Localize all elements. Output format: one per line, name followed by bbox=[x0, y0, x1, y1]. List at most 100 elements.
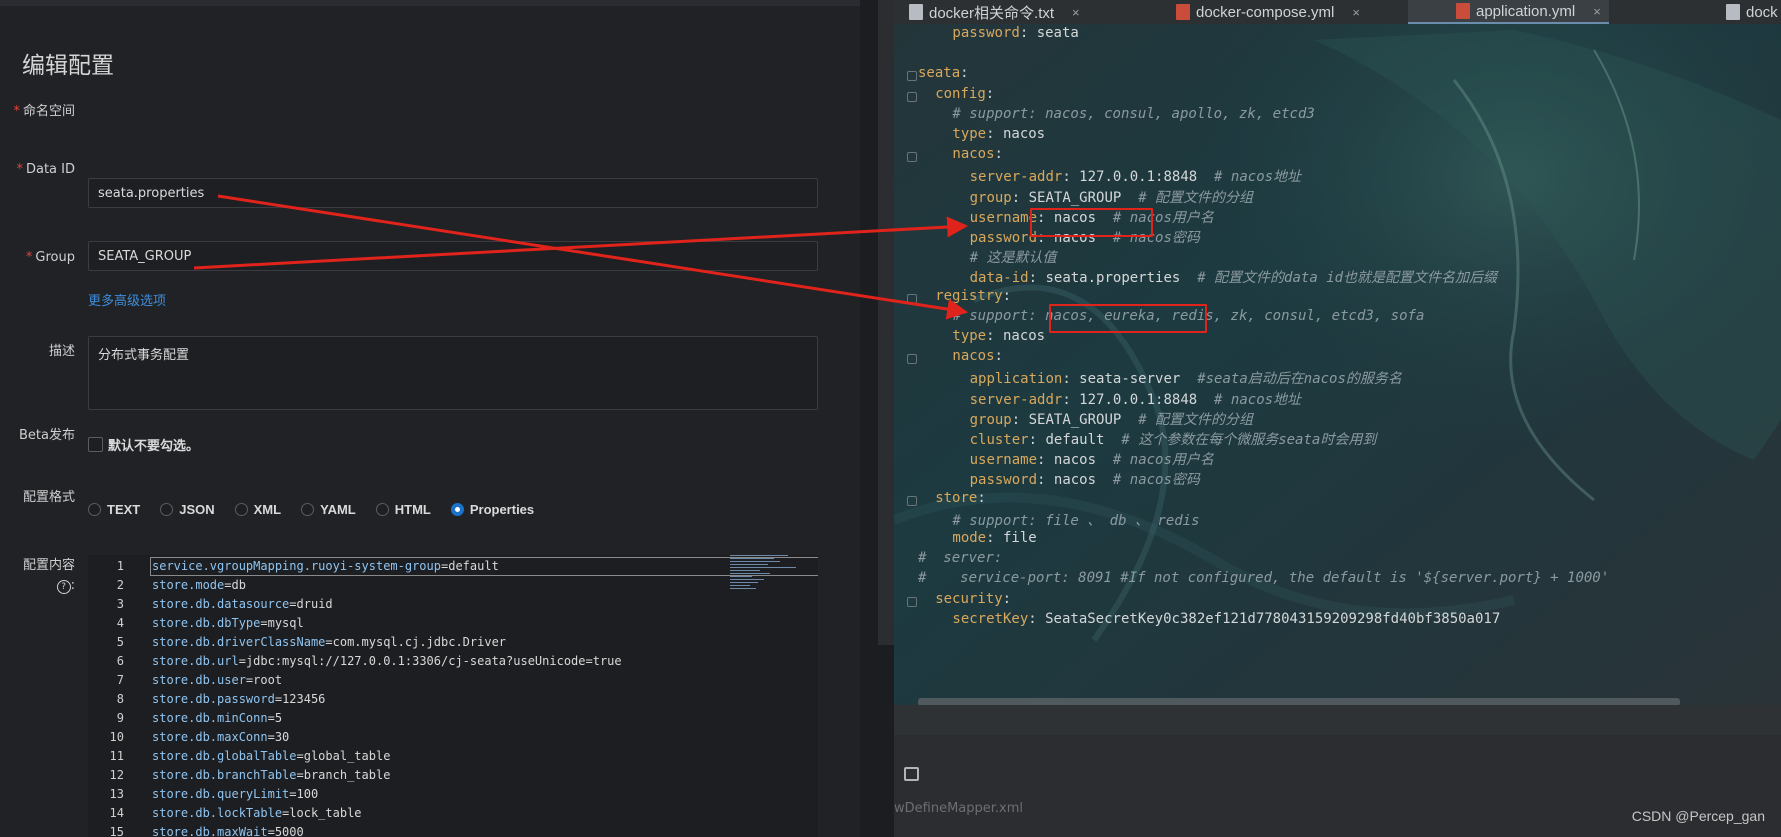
yaml-line[interactable]: group: SEATA_GROUP # 配置文件的分组 bbox=[970, 187, 1253, 207]
editor-line[interactable]: 13 store.db.queryLimit=100 bbox=[88, 785, 818, 804]
tab-docker-compose[interactable]: docker-compose.yml × bbox=[1176, 0, 1360, 24]
yaml-line[interactable]: # support: nacos, consul, apollo, zk, et… bbox=[952, 106, 1314, 126]
property-value: default bbox=[448, 559, 499, 573]
yaml-key: server-addr bbox=[969, 169, 1063, 186]
dataid-input[interactable]: seata.properties bbox=[88, 178, 818, 208]
property-key: store.db.user bbox=[152, 673, 246, 687]
yaml-line[interactable]: # 这是默认值 bbox=[970, 247, 1057, 267]
close-icon[interactable]: × bbox=[1072, 5, 1080, 20]
yaml-line[interactable]: security: bbox=[935, 591, 1019, 611]
format-option-xml[interactable]: XML bbox=[234, 502, 281, 517]
yaml-line[interactable]: username: nacos # nacos用户名 bbox=[970, 449, 1214, 469]
property-value: lock_table bbox=[289, 806, 362, 820]
yaml-line[interactable]: # service-port: 8091 #If not configured,… bbox=[918, 570, 1609, 590]
format-option-json[interactable]: JSON bbox=[160, 502, 215, 517]
yaml-line[interactable]: type: nacos bbox=[952, 328, 1062, 348]
editor-line[interactable]: 8 store.db.password=123456 bbox=[88, 690, 818, 709]
close-icon[interactable]: × bbox=[1352, 5, 1360, 20]
property-value: 5 bbox=[274, 711, 283, 725]
yaml-comment: # server: bbox=[918, 550, 1003, 567]
yaml-value: 127.0.0.1:8848 bbox=[1079, 169, 1198, 186]
editor-line[interactable]: 2 store.mode=db bbox=[88, 576, 818, 595]
editor-line[interactable]: 11 store.db.globalTable=global_table bbox=[88, 747, 818, 766]
terminal-icon[interactable] bbox=[904, 767, 919, 781]
editor-line[interactable]: 5 store.db.driverClassName=com.mysql.cj.j… bbox=[88, 633, 818, 652]
yaml-key: cluster bbox=[969, 432, 1029, 448]
beta-checkbox[interactable] bbox=[88, 437, 103, 452]
yaml-line[interactable]: # server: bbox=[918, 550, 1002, 570]
format-option-text[interactable]: TEXT bbox=[88, 502, 140, 517]
yaml-value: nacos bbox=[1002, 126, 1046, 142]
yaml-line[interactable]: store: bbox=[935, 490, 994, 510]
property-key: store.db.password bbox=[152, 692, 275, 706]
editor-tab-bar: docker相关命令.txt × docker-compose.yml × appl… bbox=[894, 0, 1781, 24]
yaml-line[interactable]: cluster: default # 这个参数在每个微服务seata时会用到 bbox=[970, 429, 1377, 449]
line-code: service.vgroupMapping.ruoyi-system-group… bbox=[152, 559, 499, 573]
yaml-line[interactable]: group: SEATA_GROUP # 配置文件的分组 bbox=[970, 409, 1253, 429]
yaml-line[interactable]: seata: bbox=[918, 65, 977, 85]
editor-line[interactable]: 3 store.db.datasource=druid bbox=[88, 595, 818, 614]
yaml-line[interactable]: nacos: bbox=[952, 146, 1011, 166]
config-content-editor[interactable]: 1 service.vgroupMapping.ruoyi-system-grou… bbox=[88, 555, 818, 837]
yaml-code[interactable]: password: seata seata: config: # support… bbox=[894, 24, 1781, 704]
editor-line[interactable]: 12 store.db.branchTable=branch_table bbox=[88, 766, 818, 785]
line-code: store.db.minConn=5 bbox=[152, 711, 283, 725]
advanced-options-link[interactable]: 更多高级选项 bbox=[88, 290, 166, 309]
yaml-line[interactable]: nacos: bbox=[952, 348, 1011, 368]
line-number: 7 bbox=[116, 673, 124, 687]
group-input[interactable]: SEATA_GROUP bbox=[88, 241, 818, 271]
editor-line[interactable]: 7 store.db.user=root bbox=[88, 671, 818, 690]
yaml-key: registry bbox=[935, 287, 1003, 304]
help-icon[interactable]: ? bbox=[56, 580, 71, 594]
yaml-comment: # 配置文件的data id也就是配置文件名加后缀 bbox=[1197, 270, 1498, 287]
yaml-key: type bbox=[952, 126, 987, 142]
editor-line[interactable]: 10 store.db.maxConn=30 bbox=[88, 728, 818, 747]
yaml-comment: # support: nacos, consul, apollo, zk, et… bbox=[952, 105, 1315, 122]
yaml-comment: # 配置文件的分组 bbox=[1138, 411, 1254, 428]
line-code: store.db.datasource=druid bbox=[152, 597, 333, 611]
property-value: com.mysql.cj.jdbc.Driver bbox=[332, 635, 507, 649]
yaml-value: SEATA_GROUP bbox=[1028, 189, 1122, 206]
editor-minimap[interactable] bbox=[730, 555, 818, 595]
line-code: store.db.dbType=mysql bbox=[152, 616, 304, 630]
yaml-line[interactable]: data-id: seata.properties # 配置文件的data id… bbox=[970, 267, 1497, 287]
yaml-line[interactable]: config: bbox=[935, 86, 1002, 106]
editor-line[interactable]: 6 store.db.url=jdbc:mysql://127.0.0.1:330… bbox=[88, 652, 818, 671]
editor-line[interactable]: 4 store.db.dbType=mysql bbox=[88, 614, 818, 633]
tab-application-yml[interactable]: application.yml × bbox=[1408, 0, 1609, 24]
tab-docker-other[interactable]: dock bbox=[1726, 0, 1778, 24]
yaml-line[interactable]: application: seata-server #seata启动后在naco… bbox=[970, 368, 1402, 388]
yaml-key: server-addr bbox=[969, 391, 1063, 408]
yaml-line[interactable]: registry: bbox=[935, 288, 1019, 308]
yaml-line[interactable]: # support: file 、 db 、 redis bbox=[952, 510, 1199, 530]
editor-line[interactable]: 15 store.db.maxWait=5000 bbox=[88, 823, 818, 837]
editor-line[interactable]: 1 service.vgroupMapping.ruoyi-system-grou… bbox=[88, 557, 818, 576]
yaml-key: mode bbox=[952, 530, 987, 546]
format-option-properties[interactable]: Properties bbox=[450, 502, 534, 517]
close-icon[interactable]: × bbox=[1593, 4, 1601, 19]
format-option-yaml[interactable]: YAML bbox=[301, 502, 356, 517]
property-value: branch_table bbox=[303, 768, 391, 782]
editor-line[interactable]: 14 store.db.lockTable=lock_table bbox=[88, 804, 818, 823]
yaml-line[interactable]: server-addr: 127.0.0.1:8848 # nacos地址 bbox=[970, 166, 1301, 186]
yaml-line[interactable]: server-addr: 127.0.0.1:8848 # nacos地址 bbox=[970, 389, 1301, 409]
yaml-line[interactable]: password: nacos # nacos密码 bbox=[970, 469, 1200, 489]
property-value: 123456 bbox=[282, 692, 326, 706]
yaml-comment: # nacos用户名 bbox=[1112, 452, 1214, 469]
namespace-label: * 命名空间 bbox=[13, 104, 75, 119]
description-textarea[interactable]: 分布式事务配置 bbox=[88, 336, 818, 410]
yaml-value: seata.properties bbox=[1045, 270, 1181, 287]
radio-icon bbox=[301, 502, 315, 516]
tab-docker-commands[interactable]: docker相关命令.txt × bbox=[909, 0, 1080, 24]
line-number: 14 bbox=[109, 806, 124, 820]
editor-line[interactable]: 9 store.db.minConn=5 bbox=[88, 709, 818, 728]
yaml-line[interactable]: password: seata bbox=[952, 25, 1095, 45]
yaml-line[interactable]: secretKey: SeataSecretKey0c382ef121d7780… bbox=[952, 611, 1517, 631]
yaml-line[interactable]: mode: file bbox=[952, 530, 1053, 550]
left-scrollbar[interactable] bbox=[878, 0, 894, 645]
line-code: store.db.password=123456 bbox=[152, 692, 326, 706]
format-option-html[interactable]: HTML bbox=[375, 502, 431, 517]
radio-icon bbox=[234, 502, 248, 516]
yaml-line[interactable]: type: nacos bbox=[952, 126, 1062, 146]
line-number: 4 bbox=[116, 616, 124, 630]
